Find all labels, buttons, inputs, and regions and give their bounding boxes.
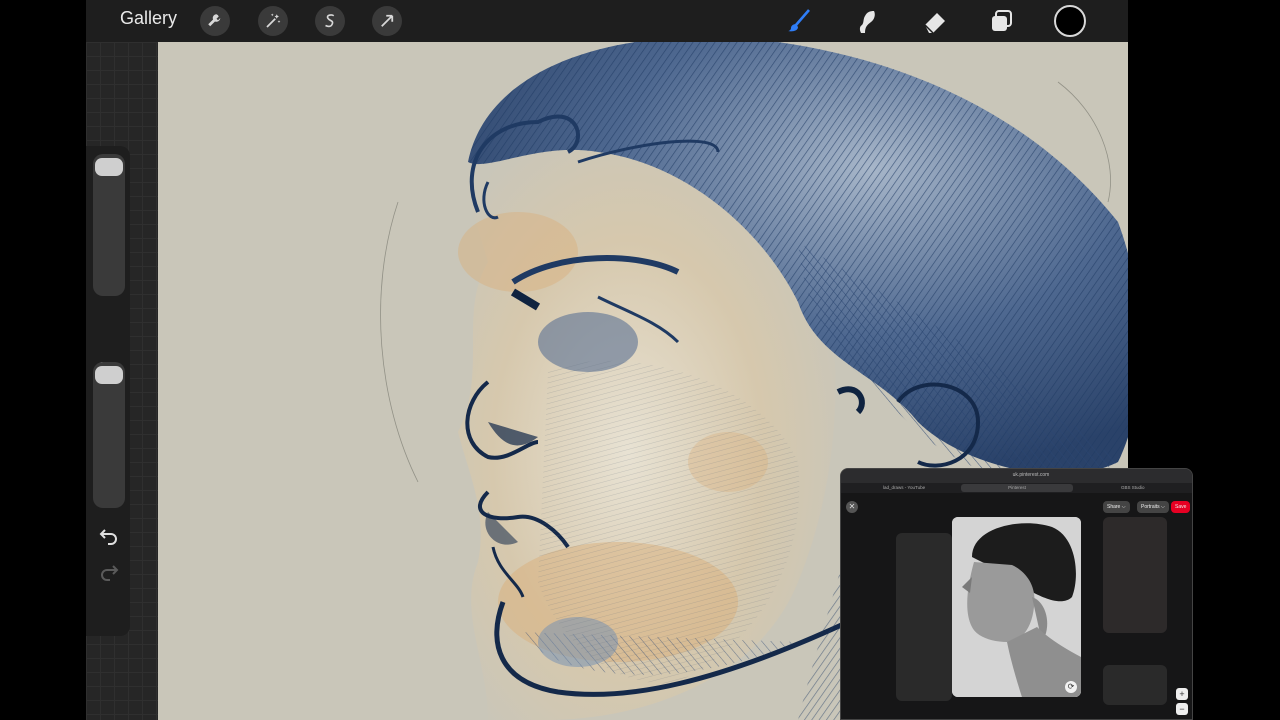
undo-arrow-icon[interactable]	[97, 524, 121, 548]
pinterest-pin-view: ✕ Share ⌵ Portraits ⌵ Save ⟳ + −	[841, 493, 1192, 719]
color-picker-button[interactable]	[1054, 5, 1086, 37]
app-root: Gallery uk.pinterest.com lad_draws - You…	[0, 0, 1280, 720]
layers-button[interactable]	[985, 4, 1019, 38]
thumbnail-right-top[interactable]	[1103, 517, 1167, 633]
top-toolbar: Gallery	[86, 0, 1128, 42]
magic-wand-icon	[266, 13, 281, 28]
reference-photo[interactable]: ⟳	[952, 517, 1081, 697]
transform-button[interactable]	[372, 6, 402, 36]
share-button[interactable]: Share ⌵	[1103, 501, 1130, 513]
reference-portrait-image	[952, 517, 1081, 697]
actions-button[interactable]	[200, 6, 230, 36]
zoom-out-button[interactable]: −	[1176, 703, 1188, 715]
selection-button[interactable]	[315, 6, 345, 36]
browser-url[interactable]: uk.pinterest.com	[991, 472, 1071, 480]
board-select[interactable]: Portraits ⌵	[1137, 501, 1169, 513]
brush-icon	[788, 9, 810, 32]
smudge-button[interactable]	[850, 4, 884, 38]
tab-youtube[interactable]: lad_draws - YouTube	[879, 484, 929, 492]
brush-size-slider[interactable]	[93, 154, 125, 296]
adjustments-button[interactable]	[258, 6, 288, 36]
zoom-in-button[interactable]: +	[1176, 688, 1188, 700]
opacity-thumb[interactable]	[95, 366, 123, 384]
wrench-icon	[208, 14, 221, 27]
visual-search-icon[interactable]: ⟳	[1065, 681, 1077, 693]
arrow-cursor-icon	[381, 14, 394, 27]
floating-browser-window[interactable]: uk.pinterest.com lad_draws - YouTube Pin…	[840, 468, 1193, 720]
smudge-icon	[859, 11, 875, 33]
gallery-button[interactable]: Gallery	[120, 8, 177, 29]
opacity-slider[interactable]	[93, 362, 125, 508]
eraser-icon	[924, 13, 945, 34]
brush-button[interactable]	[782, 4, 816, 38]
thumbnail-left[interactable]	[896, 533, 952, 701]
browser-title-bar: uk.pinterest.com	[841, 469, 1192, 483]
tab-pinterest[interactable]: Pinterest	[961, 484, 1073, 492]
close-icon[interactable]: ✕	[846, 501, 858, 513]
tab-gbs-studio[interactable]: GBS Studio	[1117, 484, 1149, 492]
redo-arrow-icon[interactable]	[97, 560, 121, 584]
thumbnail-right-bottom[interactable]	[1103, 665, 1167, 705]
layers-icon	[992, 10, 1012, 31]
save-button[interactable]: Save	[1171, 501, 1191, 513]
eraser-button[interactable]	[918, 4, 952, 38]
browser-tabs: lad_draws - YouTube Pinterest GBS Studio	[841, 483, 1192, 493]
selection-s-icon	[325, 14, 335, 28]
brush-size-thumb[interactable]	[95, 158, 123, 176]
